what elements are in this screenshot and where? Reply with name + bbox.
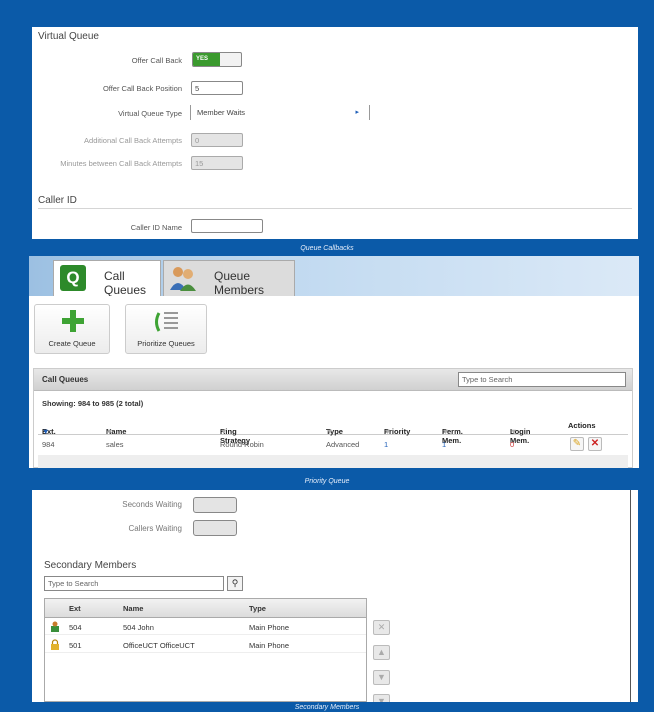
prioritize-list-icon — [155, 312, 178, 332]
cell-ring-strategy: Round Robin — [220, 440, 264, 449]
cell-perm-mem[interactable]: 1 — [442, 440, 446, 449]
virtual-queue-type-label: Virtual Queue Type — [118, 109, 182, 118]
tab-bar: Q Call Queues Queue Members — [29, 256, 639, 297]
col-type[interactable]: Type — [249, 604, 266, 613]
move-up-icon[interactable]: ▲ — [373, 645, 390, 660]
prioritize-queues-button[interactable]: Prioritize Queues — [125, 304, 207, 354]
panel-right-edge — [630, 490, 638, 702]
cell-type: Advanced — [326, 440, 360, 449]
showing-count: Showing: 984 to 985 (2 total) — [42, 399, 144, 408]
col-ext[interactable]: Ext — [69, 604, 81, 613]
column-header-row: Ext. ▼ Name ▼ Ring Strategy ▼ Type ▼ Pri… — [38, 415, 628, 445]
move-bottom-icon[interactable]: ▼ — [373, 694, 390, 702]
lock-icon — [51, 639, 59, 650]
plus-icon — [62, 310, 84, 332]
virtual-queue-panel: Virtual Queue Offer Call Back YES Offer … — [32, 27, 638, 239]
caption-secondary-members: Secondary Members — [294, 704, 360, 711]
member-search-input[interactable]: Type to Search — [44, 576, 224, 591]
offer-call-back-toggle[interactable]: YES — [192, 52, 242, 67]
cell-name: OfficeUCT OfficeUCT — [123, 641, 195, 650]
phone-user-icon — [51, 621, 59, 632]
tab-queue-members-label: Queue Members — [214, 269, 265, 297]
remove-member-icon[interactable]: ✕ — [373, 620, 390, 635]
minutes-between-attempts-field[interactable]: 15 — [191, 156, 243, 170]
caller-id-name-field[interactable] — [191, 219, 263, 233]
tab-call-queues[interactable]: Q Call Queues — [53, 260, 161, 297]
offer-call-back-position-field[interactable]: 5 — [191, 81, 243, 95]
toggle-on-label: YES — [193, 53, 220, 66]
section-divider — [38, 208, 632, 209]
cell-ext: 504 — [69, 623, 82, 632]
table-row-partial — [38, 455, 628, 468]
seconds-waiting-label: Seconds Waiting — [122, 500, 182, 509]
cell-type: Main Phone — [249, 641, 290, 650]
cell-name: sales — [106, 440, 124, 449]
prioritize-queues-label: Prioritize Queues — [137, 339, 195, 348]
seconds-waiting-field[interactable] — [193, 497, 237, 513]
offer-call-back-label: Offer Call Back — [131, 56, 182, 65]
table-row[interactable]: 984 sales Round Robin Advanced 1 1 0 ✎ ✕ — [38, 435, 628, 453]
cell-ext: 501 — [69, 641, 82, 650]
additional-call-back-attempts-field[interactable]: 0 — [191, 133, 243, 147]
tab-call-queues-label: Call Queues — [104, 269, 147, 297]
caption-priority-queue: Priority Queue — [304, 478, 350, 485]
grid-title: Call Queues — [42, 375, 89, 384]
secondary-members-table: Ext Name Type 504 504 John Main Phone 50… — [44, 598, 367, 702]
caption-queue-callbacks: Queue Callbacks — [300, 245, 354, 252]
virtual-queue-type-value: Member Waits — [197, 108, 246, 117]
toolbar: Create Queue Prioritize Queues — [29, 296, 639, 366]
secondary-members-title: Secondary Members — [44, 560, 137, 571]
list-item[interactable]: 501 OfficeUCT OfficeUCT Main Phone — [45, 637, 366, 653]
offer-call-back-position-label: Offer Call Back Position — [102, 84, 182, 93]
members-icon — [170, 267, 196, 291]
dropdown-arrow-icon: ▸ — [355, 109, 359, 116]
queue-q-icon: Q — [60, 265, 86, 291]
queue-search-input[interactable]: Type to Search — [458, 372, 626, 387]
col-actions: Actions — [568, 421, 596, 430]
list-item[interactable]: 504 504 John Main Phone — [45, 619, 366, 635]
grid-header: Call Queues Type to Search — [34, 369, 632, 391]
cell-ext: 984 — [42, 440, 55, 449]
caller-id-name-label: Caller ID Name — [130, 223, 182, 232]
callers-waiting-field[interactable] — [193, 520, 237, 536]
cell-login-mem[interactable]: 0 — [510, 440, 514, 449]
delete-x-icon[interactable]: ✕ — [588, 437, 602, 451]
cell-priority: 1 — [384, 440, 389, 449]
callers-waiting-label: Callers Waiting — [128, 524, 183, 533]
col-name[interactable]: Name — [123, 604, 143, 613]
search-icon[interactable]: ⚲ — [227, 576, 243, 591]
cell-type: Main Phone — [249, 623, 290, 632]
virtual-queue-type-select[interactable]: Member Waits ▸ — [190, 105, 370, 120]
tab-queue-members[interactable]: Queue Members — [163, 260, 295, 297]
create-queue-button[interactable]: Create Queue — [34, 304, 110, 354]
call-queues-panel: Q Call Queues Queue Members Create Queue — [29, 256, 639, 468]
cell-name: 504 John — [123, 623, 154, 632]
members-header-row: Ext Name Type — [45, 599, 366, 618]
secondary-members-panel: Seconds Waiting Callers Waiting Secondar… — [32, 490, 638, 702]
additional-call-back-attempts-label: Additional Call Back Attempts — [84, 136, 182, 145]
edit-pencil-icon[interactable]: ✎ — [570, 437, 584, 451]
move-down-icon[interactable]: ▼ — [373, 670, 390, 685]
call-queues-grid: Call Queues Type to Search Showing: 984 … — [33, 368, 633, 468]
virtual-queue-title: Virtual Queue — [38, 31, 99, 42]
create-queue-label: Create Queue — [48, 339, 96, 348]
caller-id-title: Caller ID — [38, 195, 77, 206]
minutes-between-attempts-label: Minutes between Call Back Attempts — [60, 159, 182, 168]
